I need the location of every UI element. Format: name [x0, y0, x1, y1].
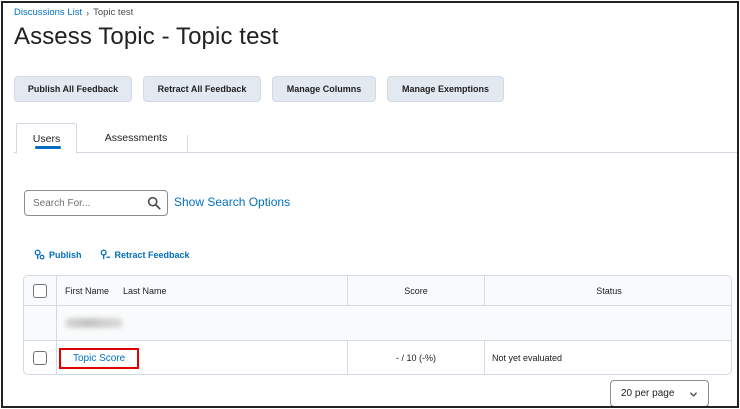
search-icon[interactable] [147, 196, 161, 210]
breadcrumb-current: Topic test [93, 7, 134, 18]
breadcrumb-separator: › [86, 7, 90, 18]
row-score-value: - / 10 (-%) [395, 353, 436, 363]
tab-divider [187, 135, 188, 153]
publish-all-feedback-button[interactable]: Publish All Feedback [14, 76, 132, 102]
tab-bar: Users Assessments [14, 123, 737, 154]
tab-assessments[interactable]: Assessments [84, 123, 188, 153]
row-status-value: Not yet evaluated [492, 353, 563, 363]
publish-label: Publish [49, 249, 82, 260]
first-name-header[interactable]: First Name [65, 286, 109, 296]
page-title: Assess Topic - Topic test [14, 23, 279, 50]
retract-all-feedback-button[interactable]: Retract All Feedback [143, 76, 261, 102]
search-input[interactable] [33, 197, 143, 209]
blurred-user-name [65, 318, 123, 328]
retract-feedback-label: Retract Feedback [114, 249, 190, 260]
manage-exemptions-button[interactable]: Manage Exemptions [387, 76, 504, 102]
app-window: Discussions List › Topic test Assess Top… [1, 1, 739, 408]
group-row [24, 306, 731, 341]
row-score-cell: - / 10 (-%) [348, 341, 485, 374]
publish-icon [34, 249, 45, 260]
manage-columns-button[interactable]: Manage Columns [272, 76, 376, 102]
header-name-cell: First Name Last Name [57, 276, 348, 305]
users-table: First Name Last Name Score Status Topic … [23, 275, 732, 375]
group-checkbox-cell [24, 306, 57, 340]
row-name-cell: Topic Score [57, 341, 348, 374]
show-search-options-link[interactable]: Show Search Options [174, 195, 290, 209]
last-name-header[interactable]: Last Name [123, 286, 167, 296]
retract-feedback-action[interactable]: Retract Feedback [100, 249, 190, 260]
per-page-select[interactable]: 20 per page [610, 380, 709, 406]
breadcrumb: Discussions List › Topic test [14, 7, 133, 18]
status-header: Status [485, 276, 731, 305]
row-checkbox-cell [24, 341, 57, 374]
score-header-label: Score [404, 285, 428, 296]
active-tab-indicator [35, 146, 61, 149]
breadcrumb-discussions-list-link[interactable]: Discussions List [14, 7, 82, 18]
table-header-row: First Name Last Name Score Status [24, 276, 731, 306]
per-page-value: 20 per page [621, 388, 675, 399]
tab-assessments-label: Assessments [104, 132, 168, 144]
table-row: Topic Score - / 10 (-%) Not yet evaluate… [24, 341, 731, 374]
toolbar: Publish All Feedback Retract All Feedbac… [14, 76, 504, 102]
group-name-cell [57, 306, 731, 340]
search-box [24, 190, 168, 216]
tab-users[interactable]: Users [16, 123, 77, 154]
bulk-actions: Publish Retract Feedback [34, 249, 190, 260]
retract-icon [100, 249, 110, 260]
chevron-down-icon [690, 392, 697, 397]
row-checkbox[interactable] [33, 351, 47, 365]
row-status-cell: Not yet evaluated [485, 341, 731, 374]
score-header: Score [348, 276, 485, 305]
publish-action[interactable]: Publish [34, 249, 82, 260]
select-all-checkbox[interactable] [33, 283, 47, 298]
status-header-label: Status [596, 285, 622, 296]
header-checkbox-cell [24, 276, 57, 305]
tab-users-label: Users [32, 132, 61, 145]
topic-score-link[interactable]: Topic Score [59, 347, 140, 369]
